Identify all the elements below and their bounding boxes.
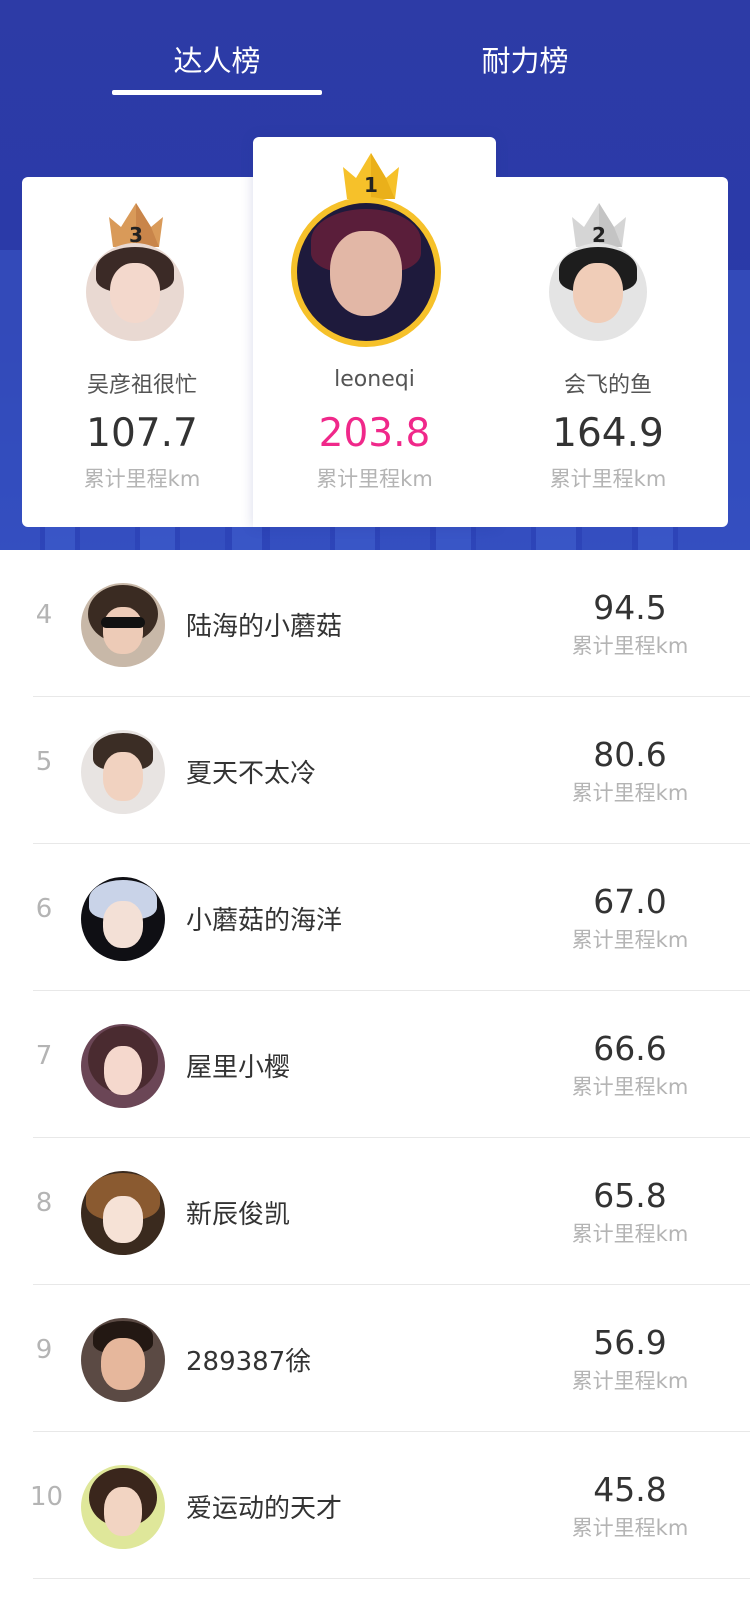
avatar (81, 1465, 165, 1549)
podium-third-name: 吴彦祖很忙 (86, 373, 197, 398)
avatar (291, 197, 441, 347)
list-item[interactable]: 10 爱运动的天才 45.8 累计里程km (0, 1432, 750, 1579)
list-item-value: 45.8 (593, 1470, 667, 1509)
list-item-rank: 4 (35, 600, 53, 630)
avatar (81, 1024, 165, 1108)
list-item-name: 爱运动的天才 (186, 1494, 343, 1524)
podium-third-card[interactable]: 3 吴彦祖很忙 107.7 累计里程km (22, 177, 262, 527)
bronze-crown-icon: 3 (107, 201, 165, 249)
podium-second-value: 164.9 (552, 411, 664, 456)
list-item-name: 新辰俊凯 (186, 1200, 291, 1230)
list-item-value: 67.0 (593, 882, 667, 921)
list-item-unit: 累计里程km (571, 928, 689, 952)
avatar (81, 1171, 165, 1255)
silver-crown-icon: 2 (570, 201, 628, 249)
list-item-rank: 6 (35, 894, 53, 924)
list-item-value: 94.5 (593, 588, 667, 627)
list-item-unit: 累计里程km (571, 1516, 689, 1540)
list-item-value: 65.8 (593, 1176, 667, 1215)
podium-first-value: 203.8 (318, 411, 431, 456)
list-item[interactable]: 9 289387徐 56.9 累计里程km (0, 1285, 750, 1432)
list-item-unit: 累计里程km (571, 781, 689, 805)
podium-first-rank: 1 (364, 173, 378, 197)
podium-first-card[interactable]: 1 leoneqi 203.8 累计里程km (253, 137, 496, 527)
list-item-value: 66.6 (593, 1029, 667, 1068)
avatar (81, 1318, 165, 1402)
list-item-unit: 累计里程km (571, 634, 689, 658)
podium-third-value: 107.7 (86, 411, 198, 456)
list-item-name: 小蘑菇的海洋 (186, 906, 343, 936)
list-item-rank: 10 (30, 1482, 64, 1512)
leaderboard-tabs: 达人榜 耐力榜 (0, 0, 750, 100)
podium-third-unit: 累计里程km (83, 467, 201, 491)
list-item-unit: 累计里程km (571, 1075, 689, 1099)
avatar (81, 583, 165, 667)
active-tab-indicator (112, 90, 322, 95)
list-item-rank: 9 (35, 1335, 53, 1365)
tab-talent[interactable]: 达人榜 (112, 38, 322, 78)
list-item-name: 夏天不太冷 (186, 759, 317, 789)
list-item-name: 屋里小樱 (186, 1053, 291, 1083)
list-item-rank: 8 (35, 1188, 53, 1218)
podium-first-name: leoneqi (334, 367, 415, 392)
avatar (86, 243, 184, 341)
gold-crown-icon: 1 (341, 151, 401, 201)
tab-endurance[interactable]: 耐力榜 (420, 38, 630, 78)
list-item-rank: 5 (35, 747, 53, 777)
list-item[interactable]: 7 屋里小樱 66.6 累计里程km (0, 991, 750, 1138)
podium-second-name: 会飞的鱼 (563, 373, 652, 398)
list-item[interactable]: 8 新辰俊凯 65.8 累计里程km (0, 1138, 750, 1285)
list-item-name: 陆海的小蘑菇 (186, 612, 343, 642)
list-item-unit: 累计里程km (571, 1369, 689, 1393)
list-item-value: 80.6 (593, 735, 667, 774)
podium-second-card[interactable]: 2 会飞的鱼 164.9 累计里程km (488, 177, 728, 527)
list-item-rank: 7 (35, 1041, 53, 1071)
podium-second-unit: 累计里程km (549, 467, 667, 491)
divider (33, 1578, 750, 1579)
avatar (549, 243, 647, 341)
avatar (81, 877, 165, 961)
list-item[interactable]: 4 陆海的小蘑菇 94.5 累计里程km (0, 550, 750, 697)
list-item-name: 289387徐 (186, 1347, 312, 1377)
podium-first-unit: 累计里程km (316, 467, 433, 491)
list-item-unit: 累计里程km (571, 1222, 689, 1246)
list-item-value: 56.9 (593, 1323, 667, 1362)
list-item[interactable]: 6 小蘑菇的海洋 67.0 累计里程km (0, 844, 750, 991)
avatar (81, 730, 165, 814)
list-item[interactable]: 5 夏天不太冷 80.6 累计里程km (0, 697, 750, 844)
